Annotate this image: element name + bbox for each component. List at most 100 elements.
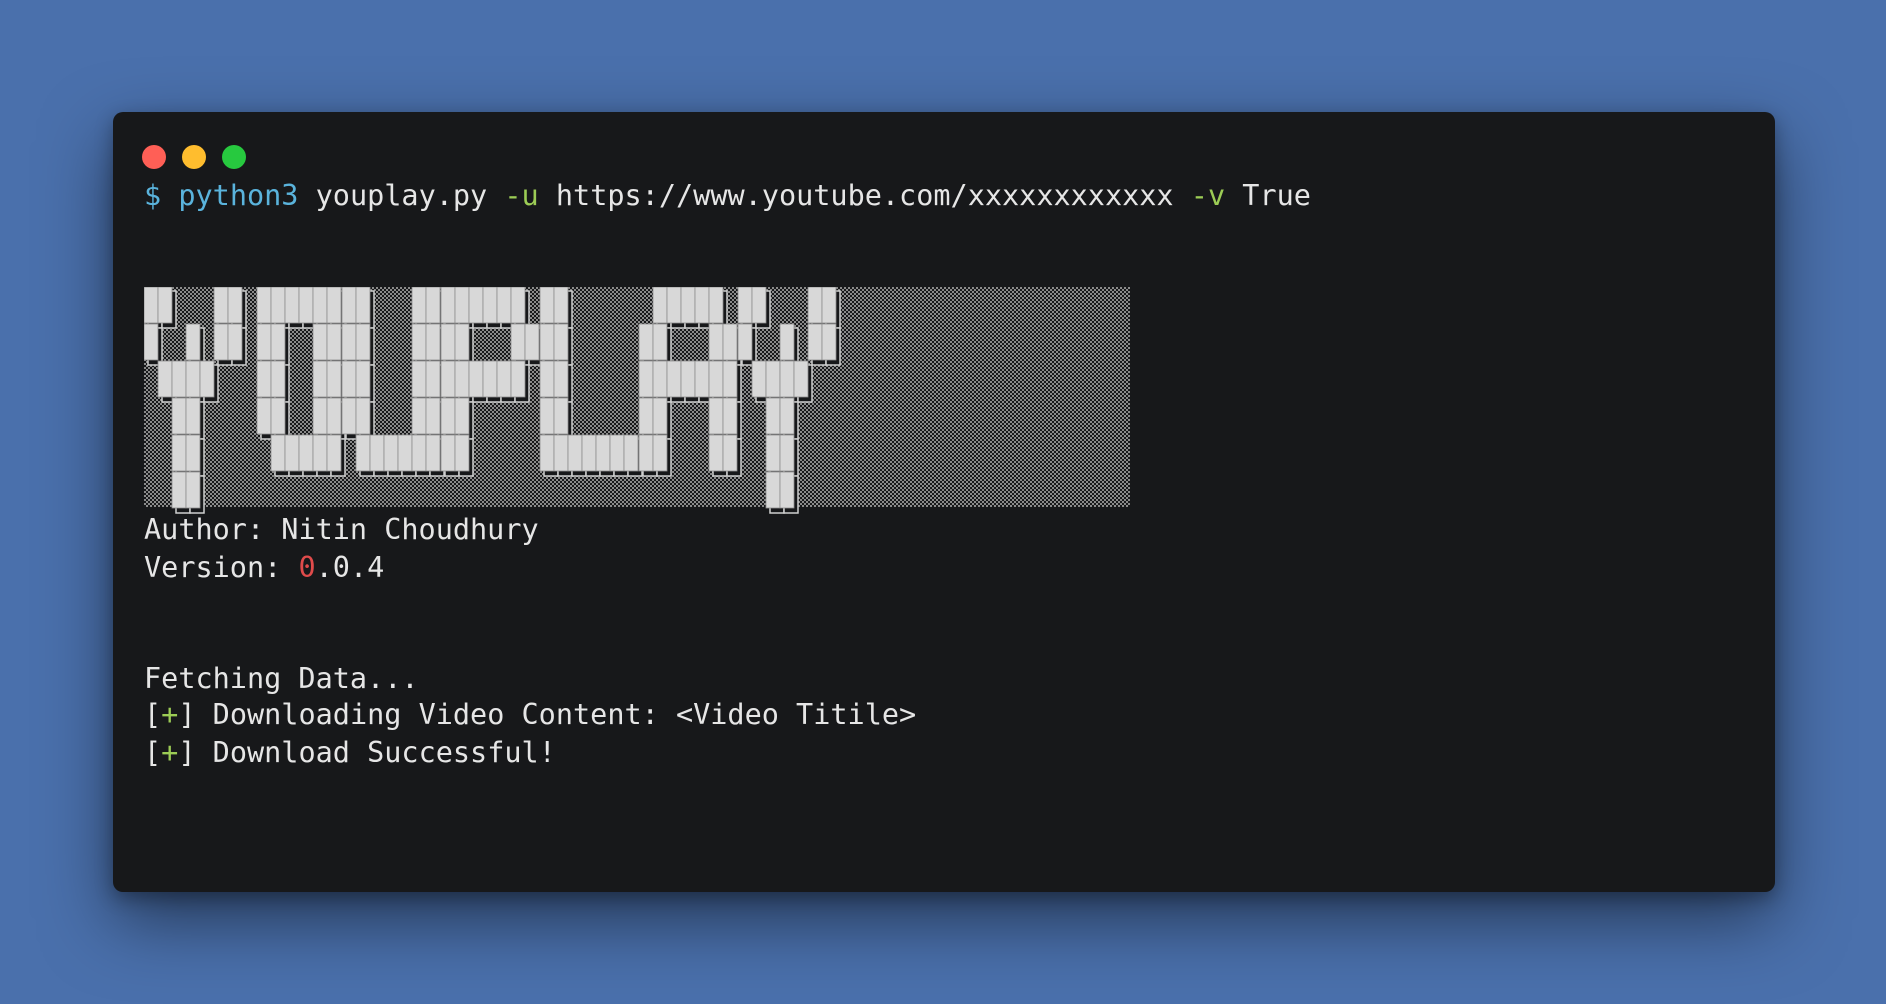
banner-cell-o (270, 360, 286, 398)
banner-cell-u (425, 287, 441, 324)
banner-cell-p (482, 360, 498, 398)
banner-cell-o (270, 323, 286, 361)
banner-cell-a (722, 323, 738, 361)
banner-cell-p (496, 287, 512, 324)
banner-cell-a (680, 360, 696, 398)
banner-cell-o (284, 287, 300, 324)
banner-cell-y (185, 434, 201, 472)
banner-cell-l (553, 287, 569, 324)
banner-cell-p (454, 360, 470, 398)
banner-cell-y (765, 434, 781, 472)
banner-cell-a (638, 323, 654, 361)
banner-cell-l (539, 360, 555, 398)
command-line: $ python3 youplay.py -u https://www.yout… (144, 179, 1311, 212)
banner-cell-o (326, 434, 342, 472)
command-flag-verbose: -v (1190, 179, 1226, 212)
banner-cell-u (355, 434, 371, 472)
banner-cell-y (779, 397, 795, 435)
banner-cell-u (355, 323, 371, 361)
banner-cell-y (157, 287, 173, 324)
banner-cell-a (708, 287, 724, 324)
banner-cell-a (708, 323, 724, 361)
banner-cell-o (256, 323, 272, 361)
banner-cell-p (440, 287, 456, 324)
bracket-close: ] (178, 698, 196, 731)
fetching-line: Fetching Data... (144, 662, 419, 695)
banner-cell-y (144, 287, 159, 324)
banner-cell-y (793, 360, 809, 398)
banner-cell-u (355, 360, 371, 398)
banner-cell-p (440, 360, 456, 398)
banner-cell-p (468, 360, 484, 398)
banner-cell-y (171, 397, 187, 435)
command-url: https://www.youtube.com/xxxxxxxxxxxx (555, 179, 1174, 212)
banner-cell-a (708, 397, 724, 435)
banner-cell-l (539, 397, 555, 435)
output-text: Download Successful! (195, 736, 556, 769)
banner-cell-o (312, 434, 328, 472)
banner-cell-a (666, 287, 682, 324)
banner-cell-l (539, 287, 555, 324)
banner-cell-o (312, 360, 328, 398)
banner-cell-a (652, 397, 668, 435)
banner-cell-y (171, 471, 187, 509)
banner-cell-y (821, 323, 837, 361)
banner-cell-p (496, 360, 512, 398)
banner-cell-a (652, 323, 668, 361)
banner-cell-u (355, 287, 371, 324)
banner-cell-u (411, 397, 427, 435)
banner-cell-o (256, 360, 272, 398)
banner-cell-o (270, 397, 286, 435)
banner-cell-o (298, 287, 314, 324)
banner-cell-p (440, 434, 456, 472)
banner-cell-y (751, 287, 767, 324)
version-major: 0 (298, 551, 316, 584)
banner-cell-a (652, 287, 668, 324)
banner-cell-y (213, 287, 229, 324)
banner-cell-l (553, 323, 569, 361)
output-line-success: [+] Download Successful! (144, 736, 556, 769)
banner-cell-y (227, 287, 243, 324)
plus-symbol: + (161, 736, 179, 769)
banner-cell-a (638, 397, 654, 435)
banner-cell-y (144, 323, 159, 361)
banner-cell-u (383, 434, 399, 472)
banner-cell-y (171, 360, 187, 398)
banner-cell-y (185, 360, 201, 398)
banner-cell-p (482, 287, 498, 324)
banner-cell-u (369, 434, 385, 472)
banner-cell-y (751, 360, 767, 398)
output-text: Downloading Video Content: <Video Titile… (195, 698, 917, 731)
banner-cell-l (595, 434, 611, 472)
bracket-open: [ (144, 698, 162, 731)
banner-cell-o (256, 397, 272, 435)
banner-cell-u (341, 323, 357, 361)
banner-cell-u (425, 397, 441, 435)
banner-cell-a (666, 360, 682, 398)
banner-cell-p (454, 287, 470, 324)
banner-cell-u (341, 287, 357, 324)
banner-cell-u (411, 434, 427, 472)
command-program: python3 (178, 179, 299, 212)
output-line-downloading: [+] Downloading Video Content: <Video Ti… (144, 698, 916, 731)
banner-cell-o (312, 323, 328, 361)
banner-cell-p (440, 397, 456, 435)
banner-cell-u (341, 360, 357, 398)
banner-cell-u (355, 397, 371, 435)
banner-cell-y (213, 323, 229, 361)
banner-cell-l (623, 434, 639, 472)
banner-cell-y (185, 397, 201, 435)
banner-cell-y (779, 471, 795, 509)
banner-cell-o (312, 287, 328, 324)
banner-cell-p (454, 397, 470, 435)
banner-cell-l (567, 434, 583, 472)
banner-cell-y (765, 471, 781, 509)
banner-cell-a (680, 287, 696, 324)
banner-cell-p (454, 323, 470, 361)
banner-cell-l (553, 360, 569, 398)
banner-cell-u (411, 287, 427, 324)
version-label: Version: (144, 551, 282, 584)
banner-cell-l (553, 397, 569, 435)
banner-cell-o (284, 434, 300, 472)
banner-cell-o (256, 287, 272, 324)
